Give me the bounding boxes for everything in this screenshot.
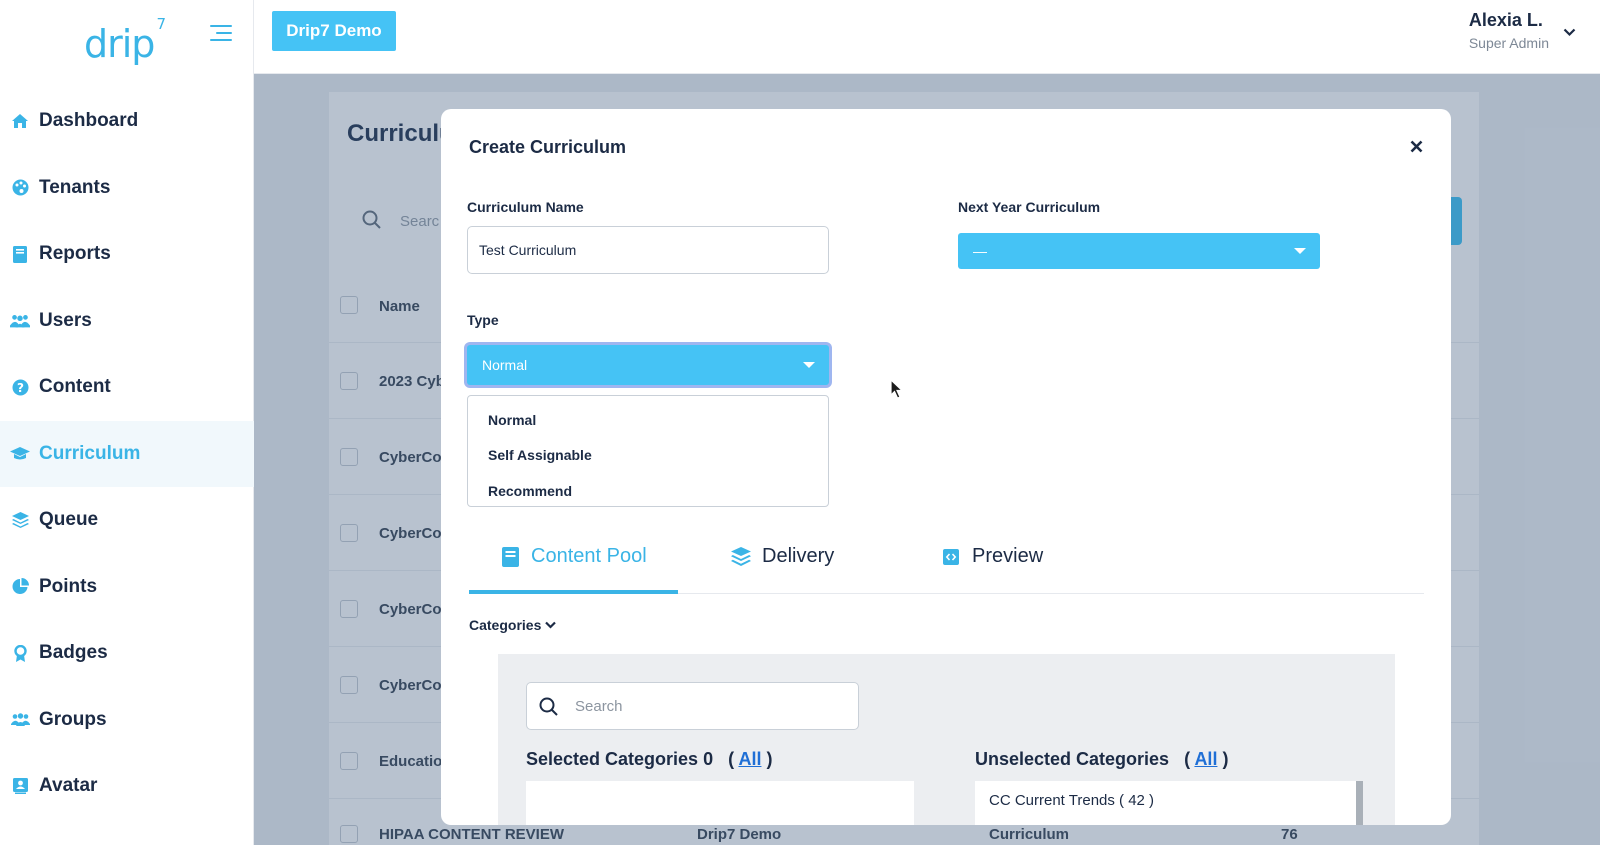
sidebar-item-label: Badges [39,642,108,664]
curriculum-name-label: Curriculum Name [467,199,584,215]
book-icon [499,546,521,568]
code-square-icon [940,546,962,568]
sidebar-item-avatar[interactable]: Avatar [0,753,254,820]
unselected-categories-label: Unselected Categories [975,749,1170,769]
graduation-cap-icon [10,444,30,464]
tab-content-pool[interactable]: Content Pool [499,519,647,594]
category-search-input[interactable] [575,683,845,729]
award-icon [10,643,30,663]
layers-icon [10,510,30,530]
logo-text: drip [84,22,155,66]
scrollbar[interactable] [1356,781,1363,825]
drip7-logo[interactable]: drip 7 [84,15,166,66]
category-search [526,682,859,730]
list-item[interactable]: CC Current Trends ( 42 ) [989,792,1154,809]
close-icon[interactable] [1405,135,1427,157]
paren-open: ( [1174,749,1191,769]
sidebar-item-groups[interactable]: Groups [0,687,254,754]
sidebar: drip 7 Dashboard Tenants Reports Users ? … [0,0,254,845]
caret-down-icon [803,362,815,368]
select-all-selected-link[interactable]: All [738,749,761,769]
tab-preview[interactable]: Preview [940,519,1043,594]
type-dropdown-menu: Normal Self Assignable Recommend [467,395,829,507]
sidebar-item-dashboard[interactable]: Dashboard [0,88,254,155]
sidebar-item-queue[interactable]: Queue [0,487,254,554]
pie-chart-icon [10,577,30,597]
categories-panel: Selected Categories 0 ( All ) Unselected… [498,654,1395,825]
chevron-down-icon [545,621,557,629]
type-option-self-assignable[interactable]: Self Assignable [468,438,828,474]
sidebar-item-label: Avatar [39,775,98,797]
palette-icon [10,178,30,198]
curriculum-name-input[interactable] [467,226,829,274]
top-bar: Drip7 Demo Alexia L. Super Admin [254,0,1600,74]
tab-label: Delivery [762,545,835,567]
curriculum-tabs: Content Pool Delivery Preview [469,519,1424,594]
user-menu[interactable]: Alexia L. Super Admin [1469,10,1576,51]
next-year-curriculum-select[interactable]: — [958,233,1320,269]
unselected-categories-heading: Unselected Categories ( All ) [975,749,1228,770]
caret-down-icon [1294,248,1306,254]
categories-toggle-label: Categories [469,617,542,633]
home-icon [10,111,30,131]
selected-categories-list [526,781,914,825]
selected-categories-label: Selected Categories 0 [526,749,714,769]
selected-categories-heading: Selected Categories 0 ( All ) [526,749,772,770]
sidebar-item-tenants[interactable]: Tenants [0,155,254,222]
paren-close: ) [766,749,773,769]
active-tab-indicator [469,590,678,594]
portrait-icon [10,776,30,796]
sidebar-item-label: Users [39,309,92,331]
sidebar-item-users[interactable]: Users [0,288,254,355]
tab-label: Content Pool [531,545,647,567]
select-all-unselected-link[interactable]: All [1194,749,1217,769]
sidebar-item-label: Groups [39,708,107,730]
modal-title: Create Curriculum [469,137,627,157]
paren-close: ) [1222,749,1229,769]
question-circle-icon: ? [10,377,30,397]
type-label: Type [467,312,499,328]
book-icon [10,244,30,264]
next-year-curriculum-value: — [973,243,987,259]
type-option-normal[interactable]: Normal [468,402,828,438]
next-year-curriculum-label: Next Year Curriculum [958,199,1101,215]
logo-superscript: 7 [156,15,165,34]
mouse-cursor-icon [890,378,904,404]
search-icon [539,697,559,722]
sidebar-item-content[interactable]: ? Content [0,354,254,421]
type-selected-value: Normal [482,357,528,373]
sidebar-item-label: Curriculum [39,442,141,464]
type-option-recommend[interactable]: Recommend [468,473,828,509]
svg-text:?: ? [17,381,24,395]
create-curriculum-modal: Create Curriculum Curriculum Name Next Y… [441,109,1451,825]
user-name: Alexia L. [1468,10,1543,30]
sidebar-item-curriculum[interactable]: Curriculum [0,420,254,487]
unselected-categories-list: CC Current Trends ( 42 ) [975,781,1363,825]
sidebar-item-points[interactable]: Points [0,554,254,621]
tab-label: Preview [972,545,1044,567]
layers-icon [730,546,752,568]
tab-delivery[interactable]: Delivery [730,519,834,594]
type-select[interactable]: Normal [467,345,829,385]
sidebar-item-badges[interactable]: Badges [0,620,254,687]
sidebar-item-label: Dashboard [39,110,139,132]
sidebar-nav: Dashboard Tenants Reports Users ? Conten… [0,88,254,820]
sidebar-item-label: Reports [39,243,111,265]
sidebar-item-label: Content [39,376,111,398]
users-icon [10,311,30,331]
sidebar-item-reports[interactable]: Reports [0,221,254,288]
categories-toggle[interactable]: Categories [469,617,557,633]
sidebar-item-label: Tenants [39,176,111,198]
user-role: Super Admin [1468,35,1549,51]
tenant-switch-button[interactable]: Drip7 Demo [272,11,396,51]
sidebar-toggle-icon[interactable] [208,22,232,44]
paren-open: ( [718,749,735,769]
group-icon [10,710,30,730]
chevron-down-icon [1563,24,1576,42]
sidebar-item-label: Points [39,575,98,597]
sidebar-item-label: Queue [39,509,99,531]
